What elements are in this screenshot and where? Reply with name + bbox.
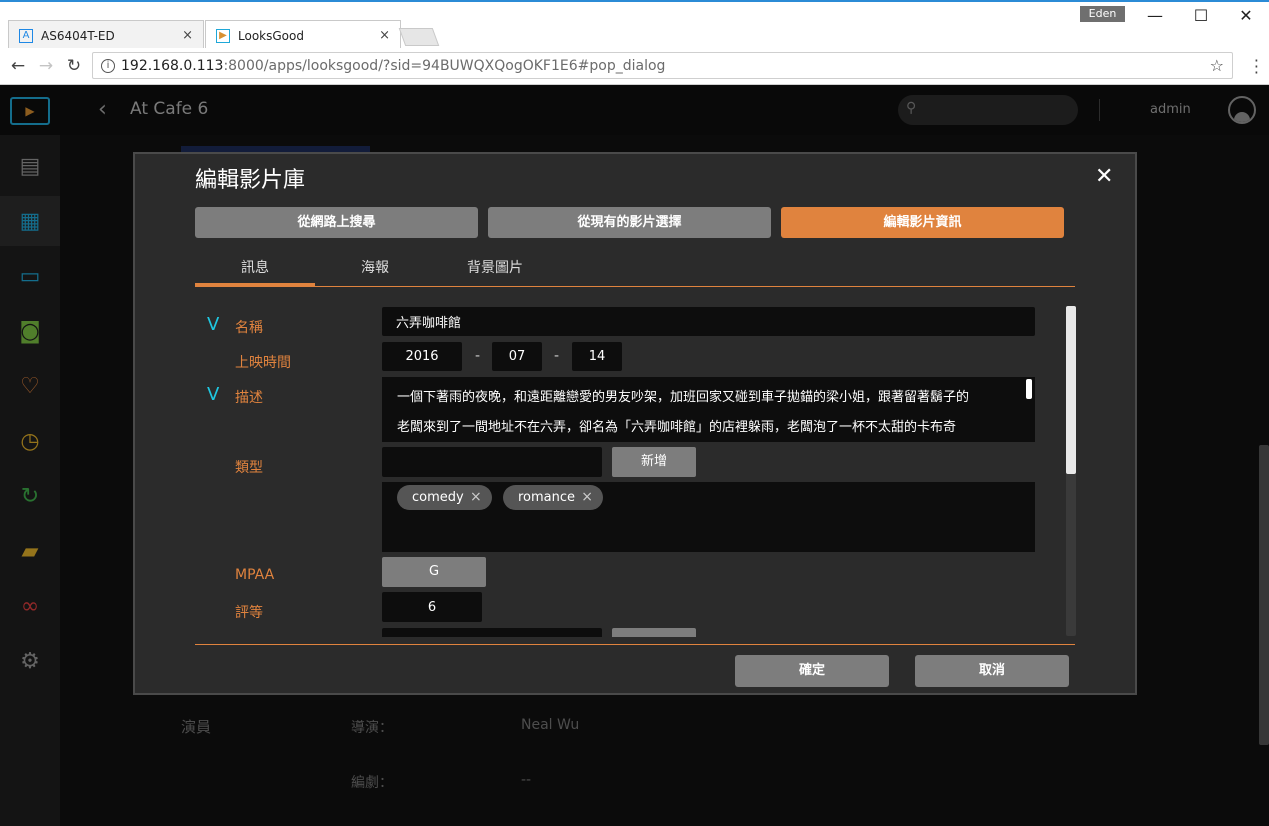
close-tab-icon[interactable]: × (182, 28, 193, 43)
browser-user-badge[interactable]: Eden (1080, 6, 1125, 22)
check-icon: V (207, 314, 220, 335)
tab-poster[interactable]: 海報 (315, 257, 435, 277)
mpaa-label: MPAA (235, 567, 275, 583)
genre-input[interactable] (382, 447, 602, 477)
looksgood-favicon-icon: ▶ (216, 28, 230, 43)
genre-label: 類型 (235, 460, 263, 476)
footer-divider (195, 644, 1075, 645)
tab-divider (195, 286, 1075, 287)
check-icon: V (207, 384, 220, 405)
close-icon[interactable]: ✕ (1095, 164, 1113, 189)
edit-form: V 名稱 六弄咖啡館 上映時間 2016 - 07 - 14 V 描述 一個下著… (195, 304, 1075, 637)
description-label: 描述 (235, 390, 263, 406)
next-row-button[interactable] (612, 628, 696, 637)
bookmark-star-icon[interactable]: ☆ (1210, 56, 1224, 75)
rating-field[interactable]: 6 (382, 592, 482, 622)
date-separator: - (554, 348, 560, 364)
description-scrollbar[interactable] (1026, 379, 1032, 399)
browser-menu-icon[interactable]: · · · (1254, 53, 1259, 81)
info-icon[interactable]: i (101, 58, 115, 73)
new-tab-button[interactable] (398, 28, 440, 46)
nas-favicon-icon: A (19, 28, 33, 43)
mpaa-select[interactable]: G (382, 557, 486, 587)
edit-info-button[interactable]: 編輯影片資訊 (781, 207, 1064, 238)
tab-info[interactable]: 訊息 (195, 257, 315, 277)
release-day-field[interactable]: 14 (572, 342, 622, 371)
forward-arrow-icon[interactable]: → (36, 56, 56, 76)
name-label: 名稱 (235, 320, 263, 336)
dialog-title: 編輯影片庫 (195, 168, 306, 193)
release-year-field[interactable]: 2016 (382, 342, 462, 371)
search-online-button[interactable]: 從網路上搜尋 (195, 207, 478, 238)
close-window-icon[interactable]: ✕ (1231, 6, 1261, 25)
url-host: 192.168.0.113 (121, 57, 224, 74)
remove-tag-icon[interactable]: × (581, 485, 593, 510)
release-date-label: 上映時間 (235, 355, 291, 371)
close-tab-icon[interactable]: × (379, 28, 390, 43)
minimize-icon[interactable]: — (1140, 6, 1170, 25)
next-row-input[interactable] (382, 628, 602, 637)
browser-tab-nas[interactable]: A AS6404T-ED × (8, 20, 204, 50)
back-arrow-icon[interactable]: ← (8, 56, 28, 76)
name-field[interactable]: 六弄咖啡館 (382, 307, 1035, 336)
date-separator: - (475, 348, 481, 364)
edit-library-dialog: 編輯影片庫 ✕ 從網路上搜尋 從現有的影片選擇 編輯影片資訊 訊息 海報 背景圖… (133, 152, 1137, 695)
tag-comedy: comedy × (397, 485, 492, 510)
cancel-button[interactable]: 取消 (915, 655, 1069, 687)
form-scrollbar-thumb[interactable] (1066, 306, 1076, 474)
tag-label: comedy (412, 490, 464, 505)
description-line: 一個下著雨的夜晚，和遠距離戀愛的男友吵架，加班回家又碰到車子拋錨的梁小姐，跟著留… (397, 390, 970, 405)
description-line: 老闆來到了一間地址不在六弄，卻名為「六弄咖啡館」的店裡躲雨，老闆泡了一杯不太甜的… (397, 420, 957, 435)
address-bar: ← → ↻ i 192.168.0.113:8000/apps/looksgoo… (0, 48, 1269, 85)
tab-title: LooksGood (238, 28, 304, 43)
remove-tag-icon[interactable]: × (470, 485, 482, 510)
confirm-button[interactable]: 確定 (735, 655, 889, 687)
rating-label: 評等 (235, 605, 263, 621)
genre-tag-box: comedy × romance × (382, 482, 1035, 552)
release-month-field[interactable]: 07 (492, 342, 542, 371)
reload-icon[interactable]: ↻ (64, 56, 84, 76)
tag-romance: romance × (503, 485, 604, 510)
add-genre-button[interactable]: 新增 (612, 447, 696, 477)
choose-existing-button[interactable]: 從現有的影片選擇 (488, 207, 771, 238)
description-field[interactable]: 一個下著雨的夜晚，和遠距離戀愛的男友吵架，加班回家又碰到車子拋錨的梁小姐，跟著留… (382, 377, 1035, 442)
tab-title: AS6404T-ED (41, 28, 115, 43)
url-field[interactable]: i 192.168.0.113:8000/apps/looksgood/?sid… (92, 52, 1233, 79)
maximize-icon[interactable]: ☐ (1186, 6, 1216, 25)
browser-tab-bar: A AS6404T-ED × ▶ LooksGood × Eden — ☐ ✕ (0, 0, 1269, 50)
browser-tab-looksgood[interactable]: ▶ LooksGood × (205, 20, 401, 50)
url-path: :8000/apps/looksgood/?sid=94BUWQXQogOKF1… (223, 57, 666, 74)
tag-label: romance (518, 490, 576, 505)
tab-backdrop[interactable]: 背景圖片 (435, 257, 555, 277)
